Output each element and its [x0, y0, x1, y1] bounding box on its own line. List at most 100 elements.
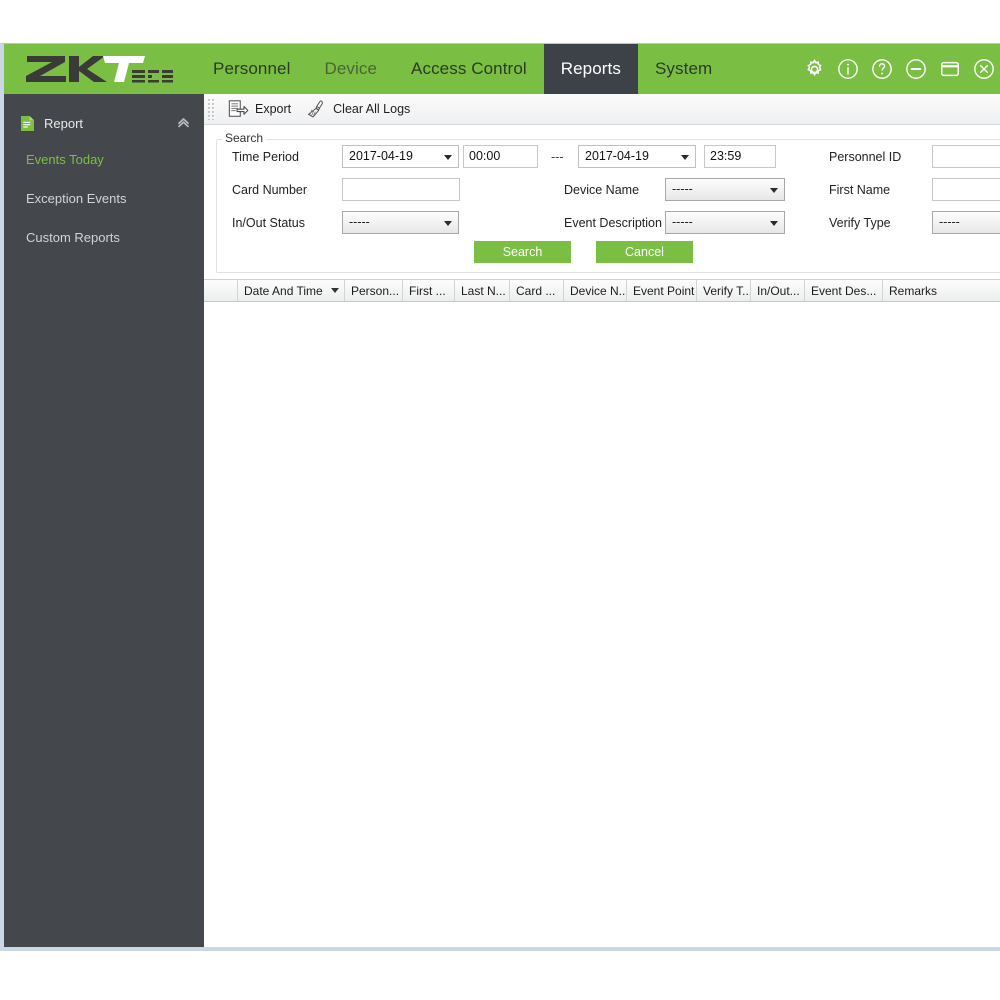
- nav-label: Personnel: [213, 59, 291, 78]
- grid-col-verify-type[interactable]: Verify T...: [697, 280, 751, 301]
- sidebar-section-report[interactable]: Report: [4, 106, 204, 140]
- grid-body[interactable]: [204, 302, 1000, 947]
- nav-item-reports[interactable]: Reports: [543, 44, 638, 94]
- event-description-value: -----: [672, 215, 693, 229]
- content-area: Export Clear All Logs Search Time Period…: [204, 94, 1000, 947]
- label-device-name: Device Name: [564, 183, 640, 197]
- grid-col-remarks[interactable]: Remarks: [883, 280, 1000, 301]
- sidebar-item-label: Exception Events: [26, 191, 127, 206]
- chevron-up-icon[interactable]: [177, 117, 190, 130]
- grid-col-last-name[interactable]: Last N...: [455, 280, 510, 301]
- event-description-select[interactable]: -----: [665, 211, 785, 234]
- label-personnel-id: Personnel ID: [829, 150, 902, 164]
- grid-col-label: Date And Time: [244, 283, 323, 298]
- chevron-down-icon: [770, 188, 778, 193]
- sidebar-item-events-today[interactable]: Events Today: [4, 140, 204, 179]
- results-grid: Date And Time Person... First ... Last N…: [204, 279, 1000, 947]
- label-card-number: Card Number: [232, 183, 308, 197]
- toolbar-drag-grip[interactable]: [207, 98, 216, 120]
- nav-item-personnel[interactable]: Personnel: [196, 44, 307, 94]
- sidebar-item-label: Custom Reports: [26, 230, 120, 245]
- device-name-select[interactable]: -----: [665, 178, 785, 201]
- grid-col-personnel-id[interactable]: Person...: [345, 280, 403, 301]
- nav-label: System: [654, 59, 713, 78]
- date-to-picker[interactable]: 2017-04-19: [578, 145, 696, 168]
- grid-col-label: Device N...: [570, 283, 627, 298]
- form-row-time-period: Time Period 2017-04-19 00:00 --- 2017-04…: [212, 143, 1000, 176]
- sidebar-item-custom-reports[interactable]: Custom Reports: [4, 218, 204, 257]
- export-button[interactable]: Export: [220, 96, 298, 123]
- chevron-down-icon: [444, 221, 452, 226]
- time-from-input[interactable]: 00:00: [463, 145, 538, 168]
- grid-col-first-name[interactable]: First ...: [403, 280, 455, 301]
- grid-col-date-and-time[interactable]: Date And Time: [238, 280, 345, 301]
- grid-col-label: First ...: [409, 283, 446, 298]
- chevron-down-icon: [681, 155, 689, 160]
- time-from-value: 00:00: [469, 149, 501, 163]
- sidebar: Report Events Today Exception Events Cus…: [4, 94, 204, 947]
- main-navigation: Personnel Device Access Control Reports …: [196, 44, 801, 94]
- date-from-value: 2017-04-19: [349, 149, 413, 163]
- app-header: Personnel Device Access Control Reports …: [4, 44, 1000, 94]
- grid-header-row: Date And Time Person... First ... Last N…: [204, 280, 1000, 302]
- info-icon[interactable]: [835, 56, 861, 82]
- grid-col-event-description[interactable]: Event Des...: [805, 280, 883, 301]
- header-icon-group: [801, 44, 1000, 94]
- maximize-icon[interactable]: [937, 56, 963, 82]
- minimize-icon[interactable]: [903, 56, 929, 82]
- nav-item-system[interactable]: System: [638, 44, 729, 94]
- grid-col-in-out-status[interactable]: In/Out...: [751, 280, 805, 301]
- grid-col-event-point[interactable]: Event Point: [627, 280, 697, 301]
- grid-col-label: Person...: [351, 283, 400, 298]
- device-name-value: -----: [672, 182, 693, 196]
- time-to-value: 23:59: [710, 149, 742, 163]
- search-actions: Search Cancel: [212, 241, 1000, 267]
- close-icon[interactable]: [971, 56, 997, 82]
- grid-col-label: Remarks: [889, 283, 938, 298]
- nav-label: Access Control: [411, 59, 527, 78]
- verify-type-select[interactable]: -----: [932, 211, 1000, 234]
- grid-col-label: Event Point: [633, 283, 695, 298]
- in-out-status-select[interactable]: -----: [342, 211, 459, 234]
- personnel-id-input[interactable]: [932, 145, 1000, 168]
- date-to-value: 2017-04-19: [585, 149, 649, 163]
- nav-item-device[interactable]: Device: [307, 44, 394, 94]
- grid-corner-cell[interactable]: [204, 280, 238, 301]
- card-number-input[interactable]: [342, 178, 460, 201]
- verify-type-value: -----: [939, 215, 960, 229]
- body-split: Report Events Today Exception Events Cus…: [4, 94, 1000, 947]
- range-separator: ---: [551, 150, 564, 164]
- gear-icon[interactable]: [801, 56, 827, 82]
- chevron-down-icon: [444, 155, 452, 160]
- help-icon[interactable]: [869, 56, 895, 82]
- grid-col-label: In/Out...: [757, 283, 800, 298]
- in-out-status-value: -----: [349, 215, 370, 229]
- grid-col-label: Event Des...: [811, 283, 877, 298]
- broom-icon: [308, 100, 324, 118]
- time-to-input[interactable]: 23:59: [704, 145, 776, 168]
- logo-svg: [26, 56, 173, 83]
- label-verify-type: Verify Type: [829, 216, 891, 230]
- chevron-down-icon: [770, 221, 778, 226]
- application-window: Personnel Device Access Control Reports …: [0, 43, 1000, 951]
- nav-label: Device: [324, 59, 378, 78]
- sort-descending-icon: [330, 288, 339, 293]
- label-first-name: First Name: [829, 183, 891, 197]
- grid-col-device-name[interactable]: Device N...: [564, 280, 627, 301]
- form-row-card-device-first: Card Number Device Name ----- First Name: [212, 176, 1000, 209]
- grid-col-label: Card ...: [516, 283, 556, 298]
- search-button[interactable]: Search: [474, 241, 571, 263]
- export-label: Export: [255, 102, 292, 116]
- search-panel: Search Time Period 2017-04-19 00:00 --- …: [212, 131, 1000, 279]
- date-from-picker[interactable]: 2017-04-19: [342, 145, 459, 168]
- clear-all-logs-button[interactable]: Clear All Logs: [298, 96, 417, 123]
- report-document-icon: [21, 115, 34, 131]
- first-name-input[interactable]: [932, 178, 1000, 201]
- nav-item-access-control[interactable]: Access Control: [394, 44, 544, 94]
- toolbar: Export Clear All Logs: [204, 94, 1000, 125]
- grid-col-card-number[interactable]: Card ...: [510, 280, 564, 301]
- cancel-button[interactable]: Cancel: [596, 241, 693, 263]
- sidebar-item-exception-events[interactable]: Exception Events: [4, 179, 204, 218]
- grid-col-label: Last N...: [461, 283, 506, 298]
- export-icon: [228, 100, 249, 117]
